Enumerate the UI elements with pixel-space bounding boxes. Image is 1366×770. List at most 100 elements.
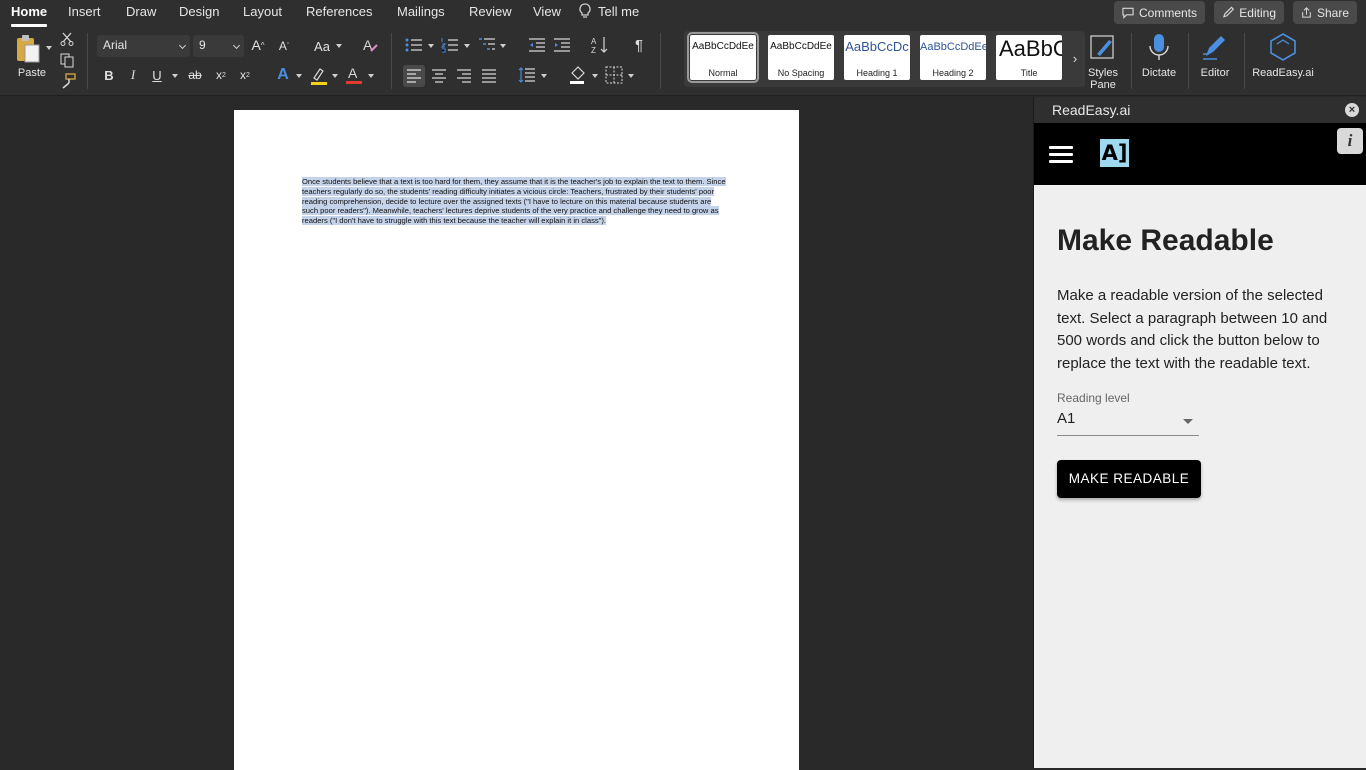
font-color-caret[interactable] xyxy=(368,74,374,78)
svg-text:A: A xyxy=(348,65,358,81)
align-center-icon[interactable] xyxy=(430,65,448,87)
italic-button[interactable]: I xyxy=(126,67,140,83)
readeasy-panel: ReadEasy.ai × A] i Make Readable Make a … xyxy=(1033,97,1366,768)
paste-icon[interactable] xyxy=(14,33,42,65)
decrease-indent-icon[interactable] xyxy=(528,37,546,53)
shading-icon[interactable] xyxy=(568,65,588,85)
info-icon[interactable]: i xyxy=(1337,128,1363,154)
styles-gallery: AaBbCcDdEe Normal AaBbCcDdEe No Spacing … xyxy=(684,31,1085,87)
subscript-button[interactable]: x2 xyxy=(213,67,229,83)
lightbulb-icon xyxy=(579,3,591,18)
shrink-font-icon[interactable]: Aˇ xyxy=(275,38,293,54)
close-icon[interactable]: × xyxy=(1345,103,1359,117)
clear-formatting-icon[interactable]: A xyxy=(362,36,380,54)
document-page[interactable]: Once students believe that a text is too… xyxy=(234,110,799,770)
line-spacing-caret[interactable] xyxy=(541,74,547,78)
underline-label: U xyxy=(152,67,162,83)
reading-level-value: A1 xyxy=(1057,410,1076,427)
line-spacing-icon[interactable] xyxy=(518,66,536,84)
hamburger-menu-icon[interactable] xyxy=(1049,146,1073,163)
style-sample: AaBbCcDdEe xyxy=(920,41,986,53)
dictate-label: Dictate xyxy=(1141,67,1177,79)
text-effects-icon[interactable]: A xyxy=(274,66,292,84)
bold-label: B xyxy=(104,67,114,83)
highlight-color-caret[interactable] xyxy=(332,74,338,78)
panel-title-bar: ReadEasy.ai × xyxy=(1034,97,1366,123)
text-effects-caret[interactable] xyxy=(296,74,302,78)
tell-me[interactable]: Tell me xyxy=(578,3,639,19)
gallery-more-icon[interactable]: › xyxy=(1070,51,1080,66)
style-name: Heading 2 xyxy=(932,68,974,78)
style-normal[interactable]: AaBbCcDdEe Normal xyxy=(687,32,759,83)
bullets-icon[interactable] xyxy=(405,37,423,53)
tab-mailings[interactable]: Mailings xyxy=(397,4,445,19)
readeasy-label: ReadEasy.ai xyxy=(1252,67,1314,79)
tab-review[interactable]: Review xyxy=(469,4,512,19)
ribbon-separator xyxy=(391,33,392,89)
sort-icon[interactable]: AZ xyxy=(591,36,609,54)
increase-indent-icon[interactable] xyxy=(553,37,571,53)
borders-caret[interactable] xyxy=(628,74,634,78)
font-color-icon[interactable]: A xyxy=(345,65,363,85)
underline-button[interactable]: U xyxy=(150,67,164,83)
make-readable-button[interactable]: MAKE READABLE xyxy=(1057,460,1201,498)
underline-caret[interactable] xyxy=(172,74,178,78)
strikethrough-label: ab xyxy=(188,68,202,82)
style-heading-2[interactable]: AaBbCcDdEe Heading 2 xyxy=(920,35,986,80)
tab-view[interactable]: View xyxy=(533,4,561,19)
change-case-button[interactable]: Aa xyxy=(311,38,333,54)
microphone-icon[interactable] xyxy=(1147,32,1171,62)
readeasy-logo: A] xyxy=(1100,139,1129,167)
tab-design[interactable]: Design xyxy=(179,4,219,19)
bullets-caret[interactable] xyxy=(428,44,434,48)
multilevel-list-caret[interactable] xyxy=(500,44,506,48)
readeasy-icon[interactable] xyxy=(1267,32,1299,62)
style-title[interactable]: AaBbC Title xyxy=(996,35,1062,80)
editor-icon[interactable] xyxy=(1200,32,1230,62)
numbering-icon[interactable] xyxy=(441,37,459,53)
tab-layout[interactable]: Layout xyxy=(243,4,282,19)
bold-button[interactable]: B xyxy=(102,67,116,83)
document-area: Once students believe that a text is too… xyxy=(0,97,1033,770)
align-right-icon[interactable] xyxy=(455,65,473,87)
borders-icon[interactable] xyxy=(605,66,623,84)
font-size-dropdown[interactable]: 9 xyxy=(193,35,244,57)
grow-font-icon[interactable]: A ^ xyxy=(249,37,267,53)
change-case-caret[interactable] xyxy=(336,44,342,48)
share-button[interactable]: Share xyxy=(1293,1,1357,24)
strikethrough-button[interactable]: ab xyxy=(186,67,204,83)
editing-button[interactable]: Editing xyxy=(1214,1,1284,24)
reading-level-select[interactable]: A1 xyxy=(1057,410,1199,436)
copy-icon[interactable] xyxy=(60,53,75,68)
style-heading-1[interactable]: AaBbCcDc Heading 1 xyxy=(844,35,910,80)
comments-button[interactable]: Comments xyxy=(1114,1,1205,24)
numbering-caret[interactable] xyxy=(464,44,470,48)
ribbon-separator xyxy=(1131,33,1132,89)
style-no-spacing[interactable]: AaBbCcDdEe No Spacing xyxy=(768,35,834,80)
highlight-color-icon[interactable] xyxy=(309,66,329,86)
tab-home[interactable]: Home xyxy=(11,4,48,27)
cut-icon[interactable] xyxy=(60,32,74,46)
paste-options-caret[interactable] xyxy=(46,46,52,50)
tab-insert[interactable]: Insert xyxy=(68,4,101,19)
tab-draw[interactable]: Draw xyxy=(126,4,156,19)
style-sample: AaBbCcDdEe xyxy=(770,41,832,52)
justify-icon[interactable] xyxy=(480,65,498,87)
align-left-icon[interactable] xyxy=(403,65,425,87)
superscript-button[interactable]: x2 xyxy=(237,67,253,83)
font-name-dropdown[interactable]: Arial xyxy=(97,35,190,57)
tab-references[interactable]: References xyxy=(306,4,372,19)
format-painter-icon[interactable] xyxy=(60,73,76,89)
styles-pane-icon[interactable] xyxy=(1088,32,1118,62)
paragraph-text: Once students believe that a text is too… xyxy=(302,177,726,226)
ribbon-separator xyxy=(1188,33,1189,89)
style-name: Title xyxy=(1020,68,1038,78)
selected-paragraph[interactable]: Once students believe that a text is too… xyxy=(302,177,726,226)
editing-label: Editing xyxy=(1239,5,1276,20)
style-name: No Spacing xyxy=(777,68,825,78)
multilevel-list-icon[interactable] xyxy=(478,37,496,53)
shading-caret[interactable] xyxy=(592,74,598,78)
svg-text:A: A xyxy=(591,37,597,46)
show-formatting-icon[interactable]: ¶ xyxy=(632,37,646,54)
share-label: Share xyxy=(1316,5,1349,20)
